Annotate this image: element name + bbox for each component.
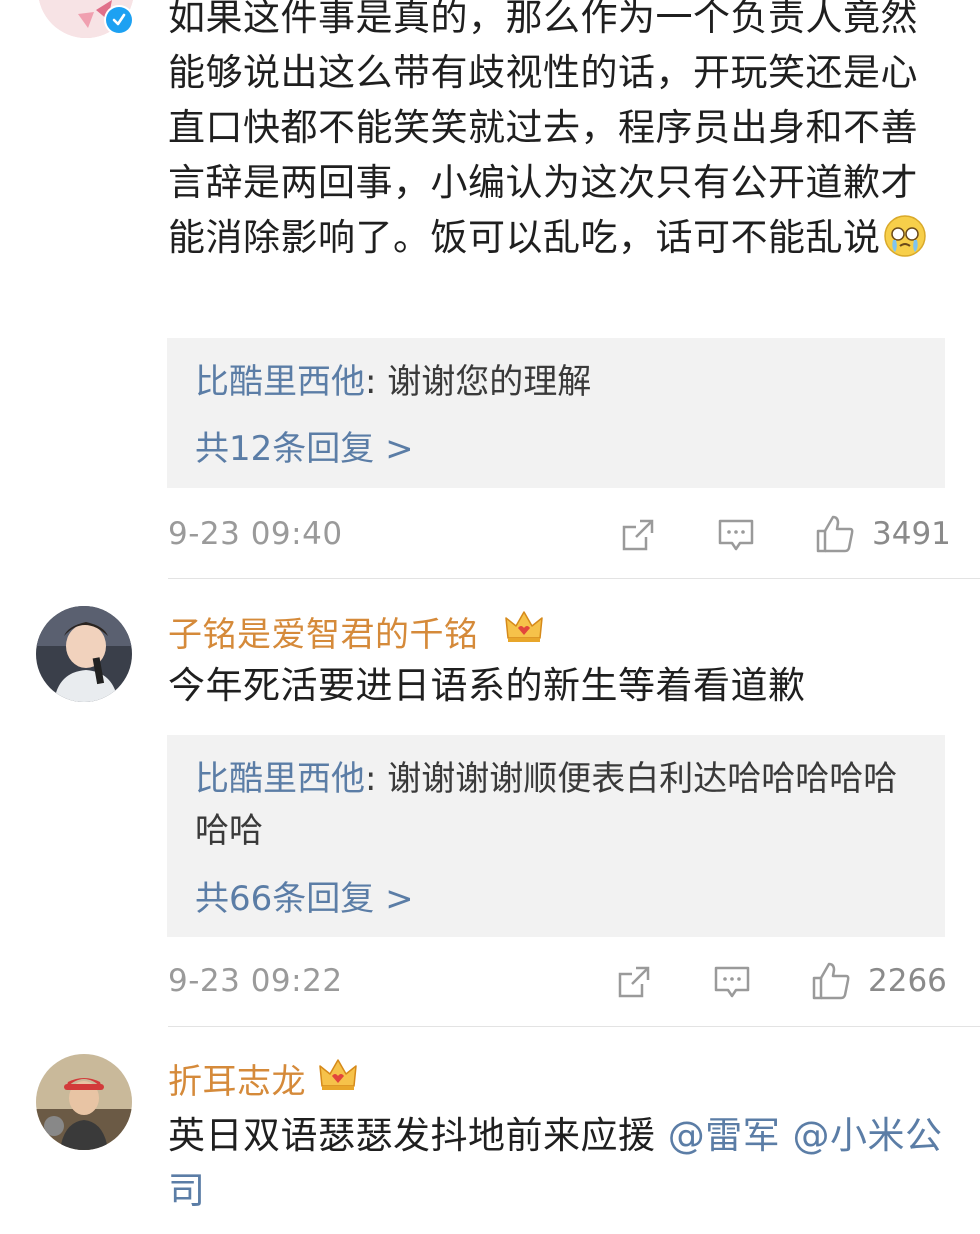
divider (168, 578, 980, 579)
avatar[interactable] (36, 606, 132, 702)
crying-face-emoji (883, 214, 927, 258)
comment-time: 9-23 09:22 (168, 963, 343, 999)
reply-preview: 比酷里西他: 谢谢您的理解 (195, 362, 592, 402)
username[interactable]: 折耳志龙 (168, 1054, 306, 1103)
mention-link[interactable]: @雷军 (668, 1114, 781, 1157)
comment-time: 9-23 09:40 (168, 516, 343, 552)
reply-preview: 比酷里西他: 谢谢谢谢顺便表白利达哈哈哈哈哈哈哈 (195, 759, 898, 851)
like-count: 2266 (868, 963, 947, 999)
comment-icon[interactable] (716, 515, 756, 555)
comment-body: 英日双语瑟瑟发抖地前来应援 @雷军 @小米公司 (168, 1114, 943, 1212)
comment-body: 如果这件事是真的，那么作为一个负责人竟然能够说出这么带有歧视性的话，开玩笑还是心… (168, 0, 938, 265)
divider (168, 1026, 980, 1027)
reply-box[interactable]: 比酷里西他: 谢谢谢谢顺便表白利达哈哈哈哈哈哈哈 共66条回复 > (167, 735, 945, 937)
crown-badge-icon (505, 611, 543, 642)
like-icon[interactable] (814, 513, 856, 555)
comment-body: 今年死活要进日语系的新生等着看道歉 (168, 664, 806, 707)
reply-author-link[interactable]: 比酷里西他 (195, 759, 365, 799)
reply-count-link[interactable]: 共12条回复 > (195, 421, 414, 470)
avatar[interactable] (36, 1054, 132, 1150)
reply-box[interactable]: 比酷里西他: 谢谢您的理解 共12条回复 > (167, 338, 945, 488)
verified-badge-icon (104, 5, 134, 35)
share-icon[interactable] (618, 515, 658, 555)
share-icon[interactable] (614, 962, 654, 1002)
reply-author-link[interactable]: 比酷里西他 (195, 362, 365, 402)
reply-count-link[interactable]: 共66条回复 > (195, 871, 414, 920)
like-icon[interactable] (810, 960, 852, 1002)
comment-icon[interactable] (712, 962, 752, 1002)
username[interactable]: 子铭是爱智君的千铭 (168, 607, 479, 656)
crown-badge-icon (319, 1059, 357, 1090)
like-count: 3491 (872, 516, 951, 552)
